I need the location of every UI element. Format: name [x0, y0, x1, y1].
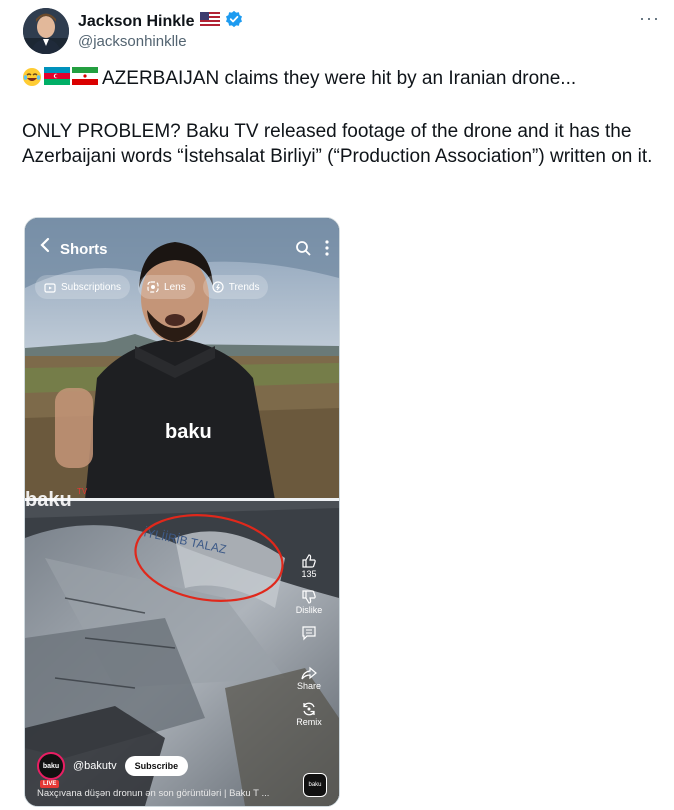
verified-badge-icon — [225, 10, 243, 33]
dislike-label: Dislike — [295, 605, 323, 615]
subscribe-button[interactable]: Subscribe — [124, 756, 189, 776]
top-icons — [295, 240, 329, 261]
watermark-tv: TV — [77, 487, 88, 496]
chip-label: Lens — [164, 281, 186, 293]
channel-avatar[interactable]: baku LIVE — [37, 752, 65, 788]
watermark: baku — [25, 489, 72, 511]
channel-logo-text: baku — [42, 762, 60, 770]
video-thumbnail[interactable]: baku İYLİİRİB TALAZ baku TV Shorts Subsc… — [24, 217, 340, 807]
video-caption[interactable]: Naxçıvana düşən dronun ən son görüntülər… — [37, 788, 269, 799]
live-badge: LIVE — [40, 780, 60, 788]
channel-badge[interactable]: baku — [303, 773, 327, 797]
channel-row: baku LIVE @bakutv Subscribe — [37, 752, 189, 788]
tweet-line-1: AZERBAIJAN claims they were hit by an Ir… — [102, 68, 577, 89]
author-name-row: Jackson Hinkle — [78, 10, 243, 33]
tweet-line-2: ONLY PROBLEM? Baku TV released footage o… — [22, 121, 653, 167]
vest-logo: baku — [165, 421, 212, 443]
author-handle[interactable]: @jacksonhinklle — [78, 33, 187, 50]
emoji-row — [22, 67, 98, 94]
lens-icon — [147, 281, 159, 293]
share-button[interactable]: Share — [297, 665, 321, 691]
search-icon[interactable] — [295, 240, 311, 261]
remix-button[interactable]: Remix — [296, 701, 322, 727]
comment-icon — [302, 626, 316, 641]
shorts-top-bar: Shorts Subscriptions Lens Trends — [25, 218, 339, 308]
thumbs-down-icon — [302, 590, 316, 604]
chip-label: Trends — [228, 281, 260, 293]
like-button[interactable]: 135 — [301, 553, 317, 579]
more-options-button[interactable]: ··· — [639, 8, 660, 29]
dislike-button[interactable]: Dislike — [295, 589, 323, 615]
more-vertical-icon[interactable] — [325, 240, 329, 261]
chip-label: Subscriptions — [61, 281, 122, 293]
tweet-text: AZERBAIJAN claims they were hit by an Ir… — [22, 66, 662, 169]
shorts-chips: Subscriptions Lens Trends — [35, 275, 269, 299]
iran-flag-icon — [72, 67, 98, 94]
laughing-emoji-icon — [22, 67, 42, 94]
share-icon — [301, 666, 317, 680]
remix-icon — [303, 702, 315, 716]
subscriptions-icon — [44, 282, 56, 293]
shorts-title: Shorts — [60, 241, 108, 258]
azerbaijan-flag-icon — [44, 67, 70, 94]
back-arrow-icon[interactable] — [38, 237, 52, 258]
author-name[interactable]: Jackson Hinkle — [78, 13, 195, 31]
trends-icon — [212, 281, 224, 293]
comments-button[interactable] — [301, 625, 317, 641]
thumbs-up-icon — [302, 554, 316, 568]
side-actions: 135 Dislike Share Remix — [287, 553, 331, 737]
chip-subscriptions[interactable]: Subscriptions — [35, 275, 131, 299]
remix-label: Remix — [296, 717, 322, 727]
avatar[interactable] — [23, 8, 69, 54]
tweet-header: Jackson Hinkle @jacksonhinklle ··· — [20, 6, 660, 56]
like-count: 135 — [301, 569, 317, 579]
share-label: Share — [296, 681, 322, 691]
channel-name[interactable]: @bakutv — [73, 760, 117, 772]
chip-trends[interactable]: Trends — [202, 275, 269, 299]
chip-lens[interactable]: Lens — [138, 275, 195, 299]
us-flag-icon — [199, 12, 220, 31]
